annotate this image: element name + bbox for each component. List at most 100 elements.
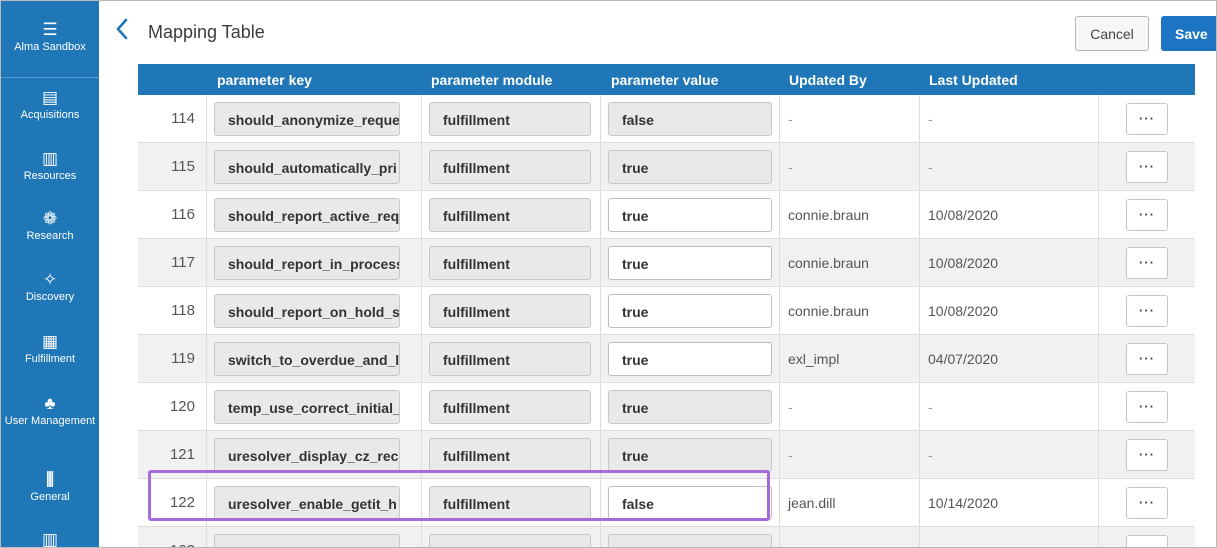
sidebar-item-fulfillment[interactable]: ▦ Fulfillment [1,331,99,366]
column-divider [779,335,780,383]
table-header: parameter key parameter module parameter… [138,64,1195,95]
table-row: 123 uresolver_partial_digitiza fulfillment… [138,527,1195,547]
column-divider [779,191,780,239]
sidebar: ☰ Alma Sandbox ▤ Acquisitions ▥ Resources ❁ Res… [1,1,99,547]
row-actions-button[interactable]: ··· [1126,247,1168,279]
column-divider [1098,239,1099,287]
sidebar-item-resources[interactable]: ▥ Resources [1,148,99,183]
column-divider [779,383,780,431]
last-updated-cell: 10/14/2020 [928,495,999,511]
parameter-value-field[interactable]: true [608,246,772,280]
sidebar-item-label: Acquisitions [20,109,80,121]
sidebar-item-label: Discovery [25,291,75,303]
column-divider [421,143,422,191]
row-actions-button[interactable]: ··· [1126,151,1168,183]
row-number: 119 [171,350,195,367]
updated-by-cell: jean.dill [788,495,836,511]
parameter-value-field: true [608,438,772,472]
parameter-key-field: should_anonymize_reque [214,102,400,136]
parameter-module-field: fulfillment [429,486,591,520]
column-divider [1098,287,1099,335]
column-divider [1098,431,1099,479]
acquisitions-icon: ▤ [41,88,59,107]
column-divider [600,143,601,191]
column-header-parameter-value[interactable]: parameter value [611,72,718,88]
parameter-value-field[interactable]: false [608,486,772,520]
app-window: ☰ Alma Sandbox ▤ Acquisitions ▥ Resources ❁ Res… [0,0,1217,548]
column-header-last-updated[interactable]: Last Updated [929,72,1018,88]
parameter-key-field: should_report_active_req [214,198,400,232]
sidebar-item-label: General [30,491,70,503]
sidebar-item-more[interactable]: ▥ [1,529,99,547]
column-divider [919,143,920,191]
row-number: 121 [169,446,195,463]
page-title: Mapping Table [148,22,265,42]
column-divider [206,287,207,335]
column-divider [206,383,207,431]
column-header-parameter-module[interactable]: parameter module [431,72,552,88]
parameter-value-field[interactable]: true [608,294,772,328]
parameter-value-field[interactable]: true [608,198,772,232]
column-divider [421,191,422,239]
row-actions-button[interactable]: ··· [1126,343,1168,375]
back-arrow-icon[interactable] [113,17,131,41]
updated-by-cell: connie.braun [788,303,869,319]
last-updated-cell: 10/08/2020 [928,303,999,319]
column-divider [1098,335,1099,383]
updated-by-cell: exl_impl [788,351,840,367]
column-divider [600,479,601,527]
row-actions-button[interactable]: ··· [1126,103,1168,135]
row-actions-button[interactable]: ··· [1126,487,1168,519]
column-divider [779,95,780,143]
parameter-module-field: fulfillment [429,102,591,136]
column-divider [600,95,601,143]
row-actions-button[interactable]: ··· [1126,295,1168,327]
menu-star-icon: ☰ [42,20,58,39]
last-updated-cell: - [928,447,933,463]
sidebar-item-user-management[interactable]: ♣ User Management [1,393,99,428]
save-button[interactable]: Save [1161,16,1216,51]
column-divider [600,191,601,239]
last-updated-cell: 04/07/2020 [928,351,999,367]
column-divider [600,431,601,479]
column-divider [206,431,207,479]
column-divider [421,239,422,287]
column-divider [919,479,920,527]
parameter-value-field[interactable]: true [608,342,772,376]
parameter-module-field: fulfillment [429,390,591,424]
sidebar-item-acquisitions[interactable]: ▤ Acquisitions [1,87,99,122]
cancel-button[interactable]: Cancel [1075,16,1149,51]
sidebar-item-alma-sandbox[interactable]: ☰ Alma Sandbox [1,19,99,54]
table-row: 122 uresolver_enable_getit_h fulfillment fa… [138,479,1195,527]
sidebar-item-discovery[interactable]: ✧ Discovery [1,269,99,304]
column-divider [779,527,780,547]
column-divider [919,383,920,431]
fulfillment-icon: ▦ [41,332,59,351]
column-divider [779,239,780,287]
parameter-key-field: should_report_in_process [214,246,400,280]
column-divider [421,479,422,527]
research-icon: ❁ [42,209,58,228]
sidebar-item-research[interactable]: ❁ Research [1,208,99,243]
parameter-module-field: fulfillment [429,198,591,232]
row-actions-button[interactable]: ··· [1126,199,1168,231]
row-actions-button[interactable]: ··· [1126,391,1168,423]
discovery-icon: ✧ [42,270,58,289]
last-updated-cell: - [928,159,933,175]
column-divider [919,527,920,547]
sidebar-item-label: Resources [23,170,77,182]
row-number: 123 [138,542,195,547]
updated-by-cell: - [788,399,793,415]
parameter-value-field: true [608,390,772,424]
row-actions-button[interactable]: ··· [1126,439,1168,471]
table-row: 118 should_report_on_hold_s fulfillment tru… [138,287,1195,335]
column-divider [1098,95,1099,143]
column-header-parameter-key[interactable]: parameter key [217,72,312,88]
column-divider [206,143,207,191]
column-divider [919,95,920,143]
sidebar-item-general[interactable]: ⫼ General [1,469,99,504]
column-divider [919,431,920,479]
row-actions-button[interactable]: ··· [1126,535,1168,547]
column-divider [779,431,780,479]
column-header-updated-by[interactable]: Updated By [789,72,867,88]
